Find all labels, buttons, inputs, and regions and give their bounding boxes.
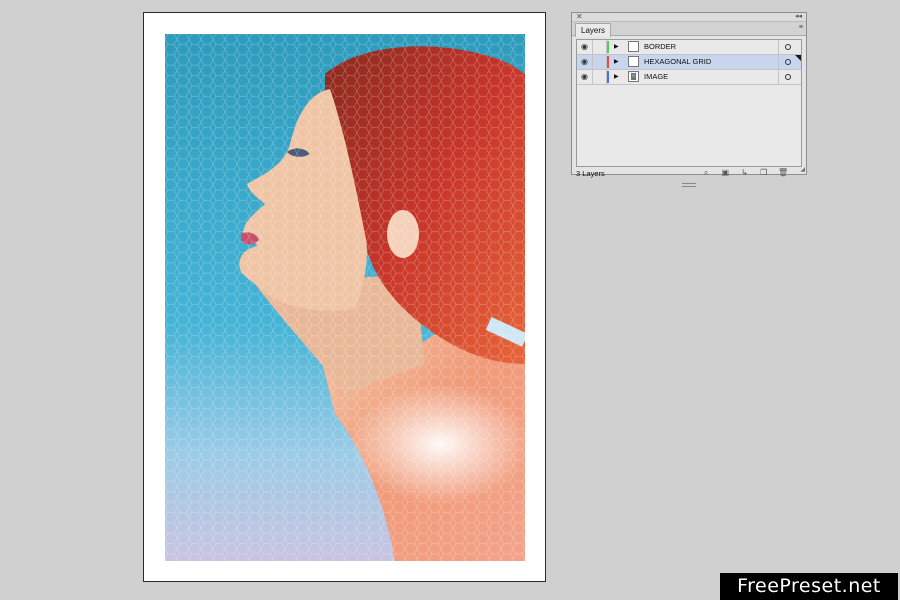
visibility-eye-icon[interactable]: ◉ xyxy=(577,70,593,84)
selection-indicator-icon xyxy=(795,55,801,61)
layer-name[interactable]: HEXAGONAL GRID xyxy=(644,55,711,69)
layer-color-swatch xyxy=(607,71,609,83)
layer-name[interactable]: IMAGE xyxy=(644,70,668,84)
visibility-eye-icon[interactable]: ◉ xyxy=(577,40,593,54)
layer-thumbnail xyxy=(628,41,639,52)
resize-grip[interactable] xyxy=(682,183,696,187)
layers-panel: ✕ ◂◂ Layers ≡ ◉ ▶ BORDER ◉ ▶ HEXAGONAL G… xyxy=(571,12,807,187)
expand-triangle-icon[interactable]: ▶ xyxy=(614,70,619,84)
layers-list: ◉ ▶ BORDER ◉ ▶ HEXAGONAL GRID ◉ ▶ IMAGE xyxy=(576,39,802,167)
lock-toggle[interactable] xyxy=(593,70,607,84)
collapse-icon[interactable]: ◂◂ xyxy=(795,12,802,22)
panel-tab-bar: Layers ≡ xyxy=(572,22,806,37)
image-thumbnail-icon xyxy=(631,73,636,80)
create-sublayer-icon[interactable]: ↳ xyxy=(740,168,750,178)
layer-row-hexagonal-grid[interactable]: ◉ ▶ HEXAGONAL GRID xyxy=(577,55,801,70)
visibility-eye-icon[interactable]: ◉ xyxy=(577,55,593,69)
target-circle-icon[interactable] xyxy=(785,74,791,80)
layer-count-label: 3 Layers xyxy=(576,169,605,178)
lock-toggle[interactable] xyxy=(593,55,607,69)
expand-triangle-icon[interactable]: ▶ xyxy=(614,40,619,54)
layer-row-border[interactable]: ◉ ▶ BORDER xyxy=(577,40,801,55)
panel-title-bar[interactable]: ✕ ◂◂ xyxy=(572,12,806,22)
search-icon[interactable]: ⌕ xyxy=(701,168,711,178)
target-divider xyxy=(778,55,779,69)
layer-thumbnail xyxy=(628,71,639,82)
target-circle-icon[interactable] xyxy=(785,59,791,65)
corner-resize-icon[interactable]: ◢ xyxy=(800,167,805,173)
layer-row-image[interactable]: ◉ ▶ IMAGE xyxy=(577,70,801,85)
tab-layers[interactable]: Layers xyxy=(575,23,612,37)
close-icon[interactable]: ✕ xyxy=(576,12,583,22)
lock-toggle[interactable] xyxy=(593,40,607,54)
artboard xyxy=(143,12,546,582)
new-layer-icon[interactable]: ❐ xyxy=(759,168,769,178)
layer-color-swatch xyxy=(607,41,609,53)
target-divider xyxy=(778,40,779,54)
trash-icon[interactable]: 🗑 xyxy=(778,168,788,178)
layer-color-swatch xyxy=(607,56,609,68)
portrait-artwork xyxy=(165,34,525,561)
make-clipping-mask-icon[interactable]: ▣ xyxy=(720,168,730,178)
target-divider xyxy=(778,70,779,84)
target-circle-icon[interactable] xyxy=(785,44,791,50)
layer-thumbnail xyxy=(628,56,639,67)
layer-name[interactable]: BORDER xyxy=(644,40,676,54)
watermark: FreePreset.net xyxy=(720,573,898,600)
panel-menu-icon[interactable]: ≡ xyxy=(799,24,803,31)
expand-triangle-icon[interactable]: ▶ xyxy=(614,55,619,69)
panel-footer-toolbar: ⌕ ▣ ↳ ❐ 🗑 xyxy=(694,168,788,180)
artwork-image[interactable] xyxy=(165,34,525,561)
